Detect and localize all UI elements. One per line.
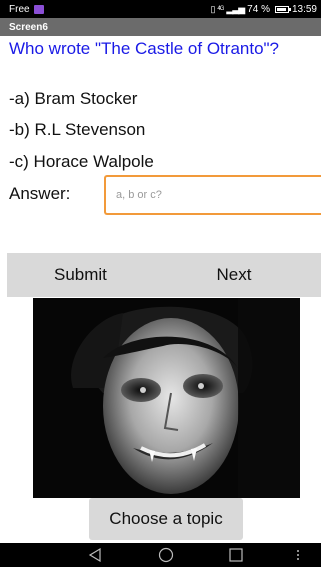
carrier-badge-icon [33, 4, 44, 14]
option-b: -b) R.L Stevenson [9, 120, 146, 139]
answer-input[interactable] [104, 175, 321, 215]
status-indicators: ▯ 4G ▂▃▅ 74 % 13:59 [210, 4, 317, 15]
option-a: -a) Bram Stocker [9, 89, 138, 108]
navigation-bar [0, 543, 321, 567]
recents-icon[interactable] [229, 543, 243, 567]
home-icon[interactable] [158, 543, 174, 567]
option-c: -c) Horace Walpole [9, 152, 154, 171]
submit-button[interactable]: Submit [7, 253, 159, 297]
answer-label: Answer: [9, 184, 71, 203]
vampire-portrait-image [33, 298, 300, 498]
choose-topic-button[interactable]: Choose a topic [89, 498, 243, 540]
action-button-row: Submit Next [7, 253, 321, 297]
carrier: Free [9, 4, 44, 15]
vibrate-icon: ▯ [210, 3, 215, 14]
back-icon[interactable] [88, 543, 102, 567]
clock: 13:59 [291, 3, 317, 15]
battery-percent: 74 % [247, 3, 270, 15]
title-bar: Screen6 [0, 18, 321, 36]
signal-icon: ▂▃▅ [226, 3, 245, 14]
network-type: 4G [217, 6, 224, 12]
carrier-name: Free [9, 3, 30, 15]
menu-icon[interactable] [296, 543, 300, 567]
question-text: Who wrote "The Castle of Otranto"? [9, 39, 280, 58]
next-button[interactable]: Next [159, 253, 321, 297]
quiz-image [33, 298, 300, 498]
status-bar: Free ▯ 4G ▂▃▅ 74 % 13:59 [0, 0, 321, 18]
battery-icon [274, 5, 291, 13]
screen-title: Screen6 [9, 21, 48, 33]
